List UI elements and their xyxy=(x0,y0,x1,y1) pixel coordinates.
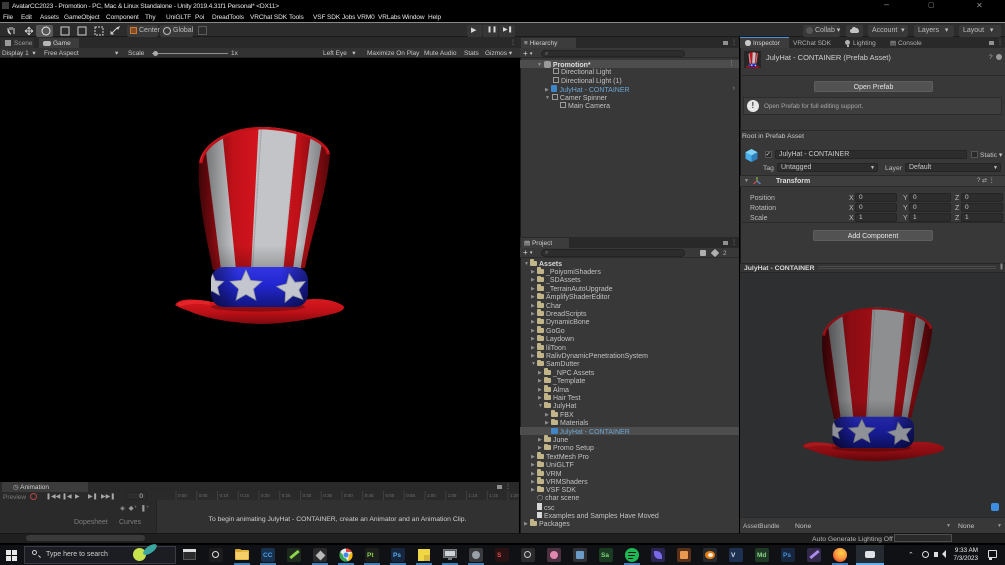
svg-text:1:05: 1:05 xyxy=(448,493,457,498)
svg-text:0:55: 0:55 xyxy=(406,493,415,498)
svg-text:1:15: 1:15 xyxy=(489,493,498,498)
svg-text:0:25: 0:25 xyxy=(282,493,291,498)
svg-text:0:10: 0:10 xyxy=(220,493,229,498)
svg-text:0:20: 0:20 xyxy=(261,493,270,498)
svg-text:0:05: 0:05 xyxy=(199,493,208,498)
svg-text:0:00: 0:00 xyxy=(178,493,187,498)
svg-text:0:15: 0:15 xyxy=(240,493,249,498)
svg-text:0:35: 0:35 xyxy=(323,493,332,498)
svg-text:0:45: 0:45 xyxy=(365,493,374,498)
svg-text:1:00: 1:00 xyxy=(427,493,436,498)
svg-text:1:20: 1:20 xyxy=(510,493,519,498)
svg-text:1:10: 1:10 xyxy=(469,493,478,498)
svg-text:0:30: 0:30 xyxy=(303,493,312,498)
svg-text:0:50: 0:50 xyxy=(386,493,395,498)
svg-text:0:40: 0:40 xyxy=(344,493,353,498)
